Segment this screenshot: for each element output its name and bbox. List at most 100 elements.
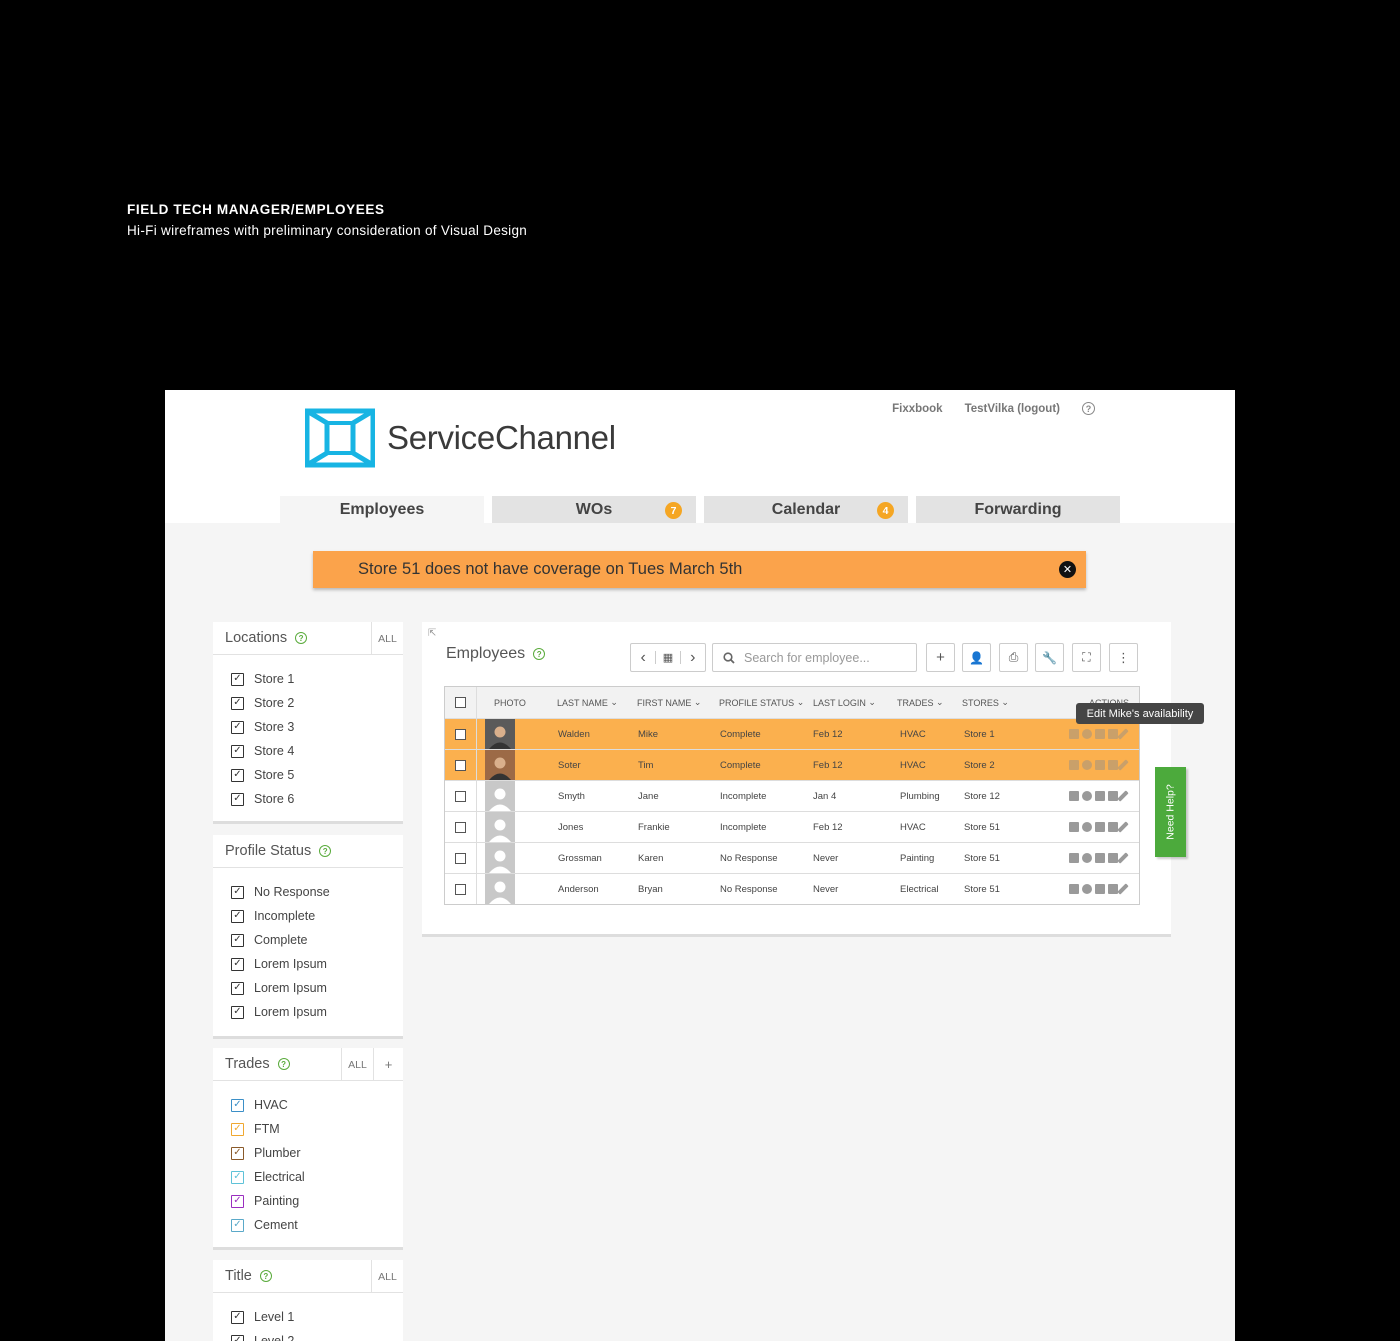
calendar-icon[interactable]: ▦ xyxy=(655,651,681,664)
pencil-icon[interactable] xyxy=(1117,728,1129,740)
checkbox-checked-icon[interactable]: ✓ xyxy=(231,885,244,899)
filter-option[interactable]: ✓ Store 4 xyxy=(213,739,403,763)
tab-forwarding[interactable]: Forwarding xyxy=(916,496,1120,523)
filter-option[interactable]: ✓ Store 5 xyxy=(213,763,403,787)
checkbox-checked-icon[interactable]: ✓ xyxy=(231,1194,244,1208)
row-checkbox[interactable] xyxy=(455,759,466,771)
more-button[interactable]: ⋮ xyxy=(1109,643,1138,672)
clock-icon[interactable] xyxy=(1082,791,1092,801)
filter-option[interactable]: ✓ Store 3 xyxy=(213,715,403,739)
row-checkbox[interactable] xyxy=(455,728,466,740)
filter-option[interactable]: ✓ No Response xyxy=(213,880,403,904)
filter-option[interactable]: ✓ Electrical xyxy=(213,1165,403,1189)
filter-option[interactable]: ✓ Store 2 xyxy=(213,691,403,715)
add-button[interactable]: + xyxy=(926,643,955,672)
clock-icon[interactable] xyxy=(1082,822,1092,832)
logo[interactable]: ServiceChannel xyxy=(305,407,616,469)
calendar-icon[interactable] xyxy=(1095,822,1105,832)
calendar-icon[interactable] xyxy=(1095,884,1105,894)
column-header-stores[interactable]: STORES ⌄ xyxy=(962,687,1009,718)
select-all-button[interactable]: ALL xyxy=(341,1048,373,1081)
close-icon[interactable]: ✕ xyxy=(1059,561,1076,578)
checkbox-checked-icon[interactable]: ✓ xyxy=(231,1098,244,1112)
search-input[interactable]: Search for employee... xyxy=(712,643,917,672)
checkbox-checked-icon[interactable]: ✓ xyxy=(231,1218,244,1232)
filter-option[interactable]: ✓ FTM xyxy=(213,1117,403,1141)
checkbox-checked-icon[interactable]: ✓ xyxy=(231,1310,244,1324)
filter-option[interactable]: ✓ Level 1 xyxy=(213,1305,403,1329)
filter-option[interactable]: ✓ Level 2 xyxy=(213,1329,403,1341)
row-checkbox[interactable] xyxy=(455,790,466,802)
select-all-button[interactable]: ALL xyxy=(371,622,403,655)
column-header-trades[interactable]: TRADES ⌄ xyxy=(897,687,944,718)
mail-icon[interactable] xyxy=(1069,729,1079,739)
mail-icon[interactable] xyxy=(1069,822,1079,832)
help-icon[interactable]: ? xyxy=(1082,402,1095,415)
mail-icon[interactable] xyxy=(1069,884,1079,894)
tab-calendar[interactable]: Calendar 4 xyxy=(704,496,908,523)
row-checkbox[interactable] xyxy=(455,852,466,864)
clock-icon[interactable] xyxy=(1082,853,1092,863)
column-header-last-login[interactable]: LAST LOGIN ⌄ xyxy=(813,687,876,718)
table-row[interactable]: Walden Mike Complete Feb 12 HVAC Store 1 xyxy=(445,718,1139,749)
help-icon[interactable]: ? xyxy=(259,1270,272,1282)
filter-option[interactable]: ✓ Complete xyxy=(213,928,403,952)
mail-icon[interactable] xyxy=(1069,760,1079,770)
filter-option[interactable]: ✓ Store 6 xyxy=(213,787,403,811)
help-icon[interactable]: ? xyxy=(533,648,546,660)
checkbox-checked-icon[interactable]: ✓ xyxy=(231,1146,244,1160)
tab-wos[interactable]: WOs 7 xyxy=(492,496,696,523)
pencil-icon[interactable] xyxy=(1117,790,1129,802)
pencil-icon[interactable] xyxy=(1117,821,1129,833)
chevron-right-icon[interactable]: › xyxy=(681,649,705,667)
pencil-icon[interactable] xyxy=(1117,883,1129,895)
checkbox-checked-icon[interactable]: ✓ xyxy=(231,672,244,686)
trash-icon[interactable] xyxy=(1108,729,1118,739)
checkbox-checked-icon[interactable]: ✓ xyxy=(231,1005,244,1019)
filter-option[interactable]: ✓ Painting xyxy=(213,1189,403,1213)
checkbox-checked-icon[interactable]: ✓ xyxy=(231,1334,244,1341)
calendar-icon[interactable] xyxy=(1095,760,1105,770)
trash-icon[interactable] xyxy=(1108,822,1118,832)
filter-option[interactable]: ✓ Store 1 xyxy=(213,667,403,691)
checkbox-checked-icon[interactable]: ✓ xyxy=(231,696,244,710)
checkbox-checked-icon[interactable]: ✓ xyxy=(231,720,244,734)
trash-icon[interactable] xyxy=(1108,884,1118,894)
calendar-icon[interactable] xyxy=(1095,853,1105,863)
clock-icon[interactable] xyxy=(1082,760,1092,770)
chevron-left-icon[interactable]: ‹ xyxy=(631,649,655,667)
column-header-profile-status[interactable]: PROFILE STATUS ⌄ xyxy=(719,687,804,718)
trash-icon[interactable] xyxy=(1108,853,1118,863)
row-checkbox[interactable] xyxy=(455,821,466,833)
calendar-icon[interactable] xyxy=(1095,791,1105,801)
trash-icon[interactable] xyxy=(1108,791,1118,801)
add-trade-button[interactable]: + xyxy=(373,1048,403,1081)
select-all-button[interactable]: ALL xyxy=(371,1260,403,1293)
mail-icon[interactable] xyxy=(1069,853,1079,863)
checkbox-checked-icon[interactable]: ✓ xyxy=(231,1122,244,1136)
calendar-icon[interactable] xyxy=(1095,729,1105,739)
checkbox-checked-icon[interactable]: ✓ xyxy=(231,909,244,923)
checkbox-checked-icon[interactable]: ✓ xyxy=(231,957,244,971)
table-row[interactable]: Anderson Bryan No Response Never Electrical S… xyxy=(445,873,1139,904)
settings-button[interactable]: 🔧 xyxy=(1035,643,1064,672)
checkbox-checked-icon[interactable]: ✓ xyxy=(231,792,244,806)
filter-option[interactable]: ✓ Lorem Ipsum xyxy=(213,976,403,1000)
need-help-button[interactable]: Need Help? xyxy=(1155,767,1186,857)
print-button[interactable]: ⎙ xyxy=(999,643,1028,672)
logout-link[interactable]: TestVilka (logout) xyxy=(965,403,1060,415)
clock-icon[interactable] xyxy=(1082,884,1092,894)
help-icon[interactable]: ? xyxy=(295,632,308,644)
clock-icon[interactable] xyxy=(1082,729,1092,739)
row-checkbox[interactable] xyxy=(455,883,466,895)
pencil-icon[interactable] xyxy=(1117,759,1129,771)
filter-option[interactable]: ✓ Incomplete xyxy=(213,904,403,928)
filter-option[interactable]: ✓ HVAC xyxy=(213,1093,403,1117)
trash-icon[interactable] xyxy=(1108,760,1118,770)
pencil-icon[interactable] xyxy=(1117,852,1129,864)
column-header-first-name[interactable]: FIRST NAME ⌄ xyxy=(637,687,701,718)
add-user-button[interactable]: 👤 xyxy=(962,643,991,672)
filter-option[interactable]: ✓ Lorem Ipsum xyxy=(213,1000,403,1024)
select-all-checkbox[interactable] xyxy=(455,697,466,708)
checkbox-checked-icon[interactable]: ✓ xyxy=(231,744,244,758)
